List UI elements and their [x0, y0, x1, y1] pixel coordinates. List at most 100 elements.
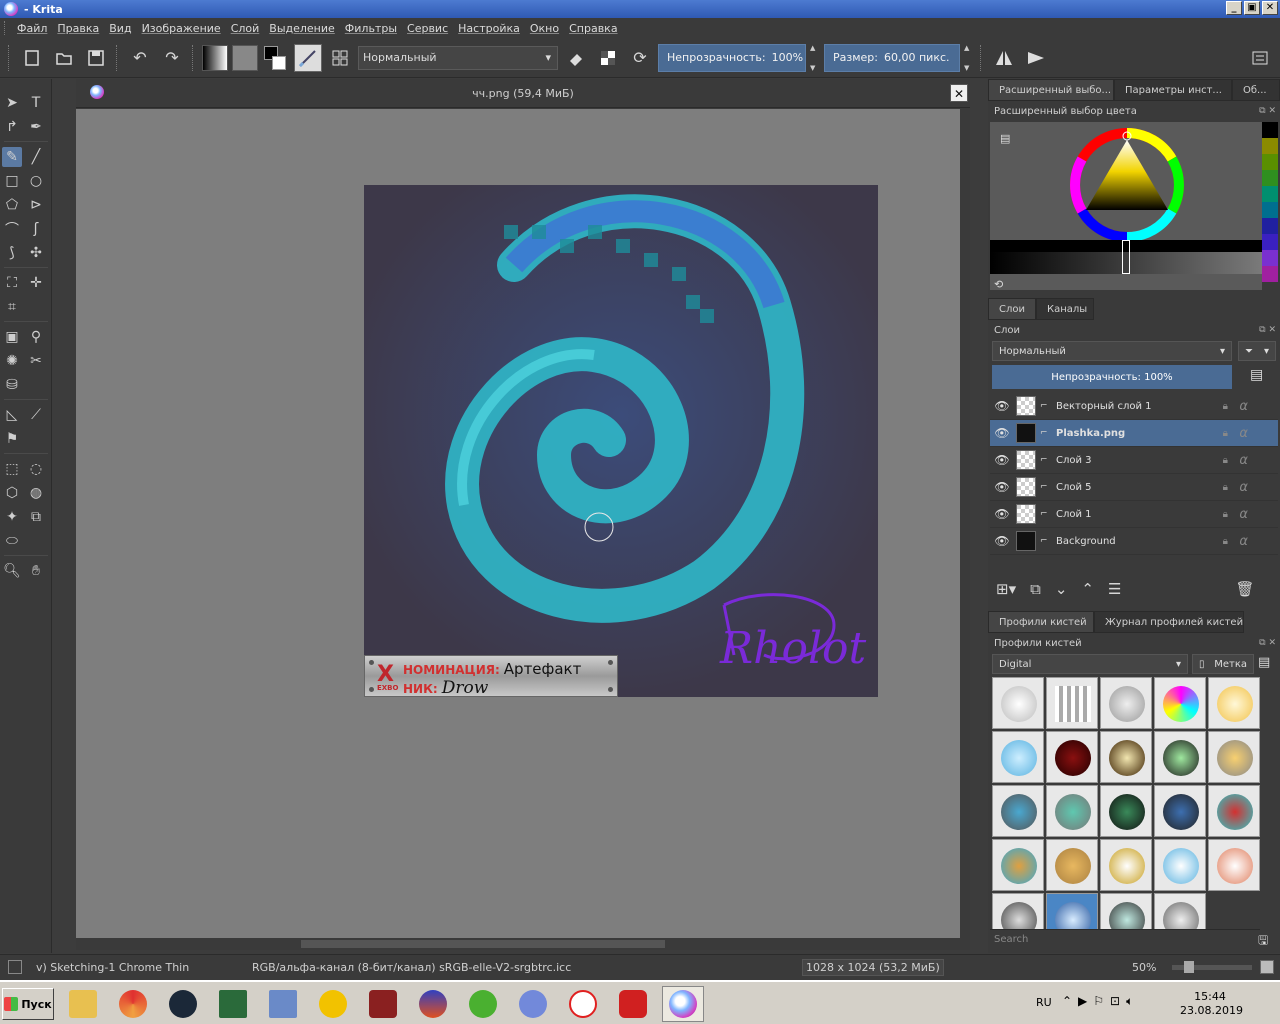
color-swatch[interactable] [1262, 170, 1278, 186]
brush-tile[interactable] [1100, 839, 1152, 891]
document-tab[interactable]: чч.png (59,4 МиБ) ✕ [76, 79, 970, 108]
reload-preset-icon[interactable]: ⟳ [626, 44, 654, 72]
brush-tile[interactable] [1100, 731, 1152, 783]
color-swatch[interactable] [1262, 154, 1278, 170]
alpha-lock-icon[interactable]: α [1239, 426, 1248, 441]
new-document-icon[interactable] [18, 44, 46, 72]
lock-icon[interactable]: 🔒︎ [1223, 509, 1228, 520]
size-spinner[interactable]: ▲ ▼ [964, 44, 974, 72]
color-swatch[interactable] [1262, 122, 1278, 138]
move-layer-down-icon[interactable]: ⌄ [1055, 580, 1068, 598]
fg-bg-color-selector[interactable] [262, 44, 290, 72]
visibility-eye-icon[interactable]: 👁︎ [990, 399, 1014, 413]
color-picker-icon[interactable]: ⚲ [26, 327, 46, 347]
tab-layers[interactable]: Слои [988, 298, 1036, 320]
color-swatch[interactable] [1262, 186, 1278, 202]
steam-icon[interactable] [162, 986, 204, 1022]
monitor-app-icon[interactable] [212, 986, 254, 1022]
visibility-eye-icon[interactable]: 👁︎ [990, 534, 1014, 548]
brush-tile[interactable] [1154, 731, 1206, 783]
layer-properties-icon[interactable]: ▤ [1250, 367, 1263, 383]
tab-overview[interactable]: Об... [1232, 79, 1280, 101]
reference-tool-icon[interactable]: ⚑ [2, 429, 22, 449]
gradient-selector[interactable] [202, 44, 228, 71]
utorrent-icon[interactable] [462, 986, 504, 1022]
brush-tile[interactable] [1046, 677, 1098, 729]
start-button[interactable]: Пуск [2, 988, 54, 1020]
menu-select[interactable]: Выделение [264, 22, 340, 35]
brush-tile[interactable] [1154, 785, 1206, 837]
brush-search-input[interactable]: Search [990, 929, 1260, 949]
ccleaner-icon[interactable] [112, 986, 154, 1022]
panel-float-close-icon[interactable]: ⧉ ✕ [1259, 325, 1276, 335]
polyline-tool-icon[interactable]: ⊳ [26, 195, 46, 215]
menu-image[interactable]: Изображение [137, 22, 226, 35]
polygon-tool-icon[interactable]: ⬠ [2, 195, 22, 215]
layer-row[interactable]: 👁︎ ⌐ Слой 3 🔒︎ α [990, 447, 1278, 474]
text-tool-icon[interactable]: T [26, 93, 46, 113]
layer-row[interactable]: 👁︎ ⌐ Слой 5 🔒︎ α [990, 474, 1278, 501]
menu-file[interactable]: Файл [12, 22, 52, 35]
menu-layer[interactable]: Слой [226, 22, 265, 35]
brush-tag-button[interactable]: ▯ Метка [1192, 654, 1254, 674]
fill-tool-icon[interactable]: ⛁ [2, 375, 22, 395]
mirror-horizontal-icon[interactable] [990, 44, 1018, 72]
mirror-vertical-icon[interactable] [1022, 44, 1050, 72]
panel-float-close-icon[interactable]: ⧉ ✕ [1259, 106, 1276, 116]
visibility-eye-icon[interactable]: 👁︎ [990, 507, 1014, 521]
brush-grid-scrollbar[interactable] [1266, 677, 1276, 923]
zoom-slider-handle[interactable] [1184, 961, 1194, 973]
layer-row[interactable]: 👁︎ ⌐ Слой 1 🔒︎ α [990, 501, 1278, 528]
select-shapes-icon[interactable]: ➤ [2, 93, 22, 113]
canvas-viewport[interactable]: Rholot X EXBO НОМИНАЦИЯ: Артефакт НИК: Dro… [76, 109, 960, 938]
alpha-lock-icon[interactable]: α [1239, 453, 1248, 468]
brush-tile[interactable] [1100, 785, 1152, 837]
brush-tile[interactable] [1208, 677, 1260, 729]
color-swatch[interactable] [1262, 138, 1278, 154]
yandex-browser-icon[interactable] [562, 986, 604, 1022]
edit-shapes-icon[interactable]: ↱ [2, 117, 22, 137]
size-slider[interactable]: Размер: 60,00 пикс. [824, 43, 960, 72]
advanced-color-selector[interactable]: ▤ ⟲ [990, 122, 1262, 291]
color-swatch[interactable] [1262, 202, 1278, 218]
launcher-icon[interactable] [312, 986, 354, 1022]
menu-filter[interactable]: Фильтры [340, 22, 402, 35]
brush-editor-grid-icon[interactable] [326, 44, 354, 72]
brush-tile[interactable] [1208, 731, 1260, 783]
selection-indicator-icon[interactable] [8, 960, 22, 974]
download-icon[interactable] [262, 986, 304, 1022]
menu-view[interactable]: Вид [104, 22, 136, 35]
colorize-mask-icon[interactable]: ✺ [2, 351, 22, 371]
calligraphy-icon[interactable]: ✒ [26, 117, 46, 137]
transform-tool-icon[interactable]: ⛶ [2, 273, 22, 293]
line-tool-icon[interactable]: ╱ [26, 147, 46, 167]
zoom-tool-icon[interactable]: 🔍︎ [2, 561, 22, 581]
horizontal-scrollbar[interactable] [76, 938, 970, 950]
tray-icons[interactable]: ⌃▶⚐⊡🔈︎ [1062, 994, 1182, 1009]
menu-settings[interactable]: Настройка [453, 22, 525, 35]
blend-mode-select[interactable]: Нормальный ▾ [358, 45, 558, 70]
tab-channels[interactable]: Каналы [1036, 298, 1094, 320]
layer-filter-button[interactable]: ⏷ ▾ [1238, 341, 1276, 361]
brush-view-menu-icon[interactable]: ▤ [1258, 655, 1270, 670]
brush-tag-select[interactable]: Digital ▾ [992, 654, 1188, 674]
alpha-lock-icon[interactable]: α [1239, 399, 1248, 414]
brush-tile[interactable] [1046, 731, 1098, 783]
artwork-image[interactable]: Rholot X EXBO НОМИНАЦИЯ: Артефакт НИК: Dro… [364, 185, 878, 697]
layer-row[interactable]: 👁︎ ⌐ Векторный слой 1 🔒︎ α [990, 393, 1278, 420]
vertical-scrollbar[interactable] [960, 109, 970, 938]
brush-tile[interactable] [1208, 785, 1260, 837]
reset-color-icon[interactable]: ⟲ [994, 278, 1003, 291]
move-layer-up-icon[interactable]: ⌃ [1081, 580, 1094, 598]
freehand-brush-icon[interactable]: ✎ [2, 147, 22, 167]
menu-tools[interactable]: Сервис [402, 22, 453, 35]
alpha-lock-icon[interactable]: α [1239, 480, 1248, 495]
preserve-alpha-icon[interactable] [594, 44, 622, 72]
krita-taskbar-icon[interactable] [662, 986, 704, 1022]
layer-blend-select[interactable]: Нормальный ▾ [992, 341, 1232, 361]
eraser-icon[interactable] [562, 44, 590, 72]
brush-tile[interactable] [992, 839, 1044, 891]
brush-tile[interactable] [1046, 785, 1098, 837]
freehand-path-icon[interactable]: ʃ [26, 219, 46, 239]
delete-layer-icon[interactable]: 🗑︎ [1235, 580, 1254, 598]
